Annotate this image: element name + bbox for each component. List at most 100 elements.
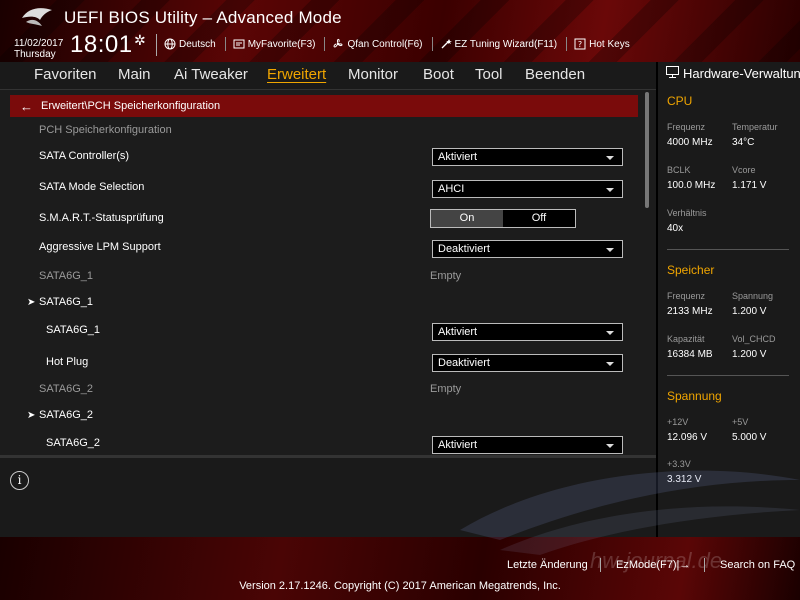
tab-monitor[interactable]: Monitor — [348, 62, 398, 90]
expand-chevron-icon[interactable]: ➤ — [27, 410, 35, 421]
svg-text:?: ? — [578, 40, 582, 49]
qfan-button[interactable]: Qfan Control(F6) — [332, 37, 433, 51]
cpu-freq-label: Frequenz — [667, 122, 706, 132]
breadcrumb[interactable]: ← Erweitert\PCH Speicherkonfiguration — [10, 95, 638, 117]
hw-title: Hardware-Verwaltung — [666, 66, 800, 81]
divider — [704, 558, 705, 572]
ratio-value: 40x — [667, 223, 684, 234]
main-menu-bar: Favoriten Main Ai Tweaker Erweitert Moni… — [0, 62, 656, 90]
hotkeys-button[interactable]: ? Hot Keys — [574, 37, 639, 51]
smart-on-option[interactable]: On — [431, 210, 503, 227]
lpm-label: Aggressive LPM Support — [39, 241, 161, 253]
sata-mode-label: SATA Mode Selection — [39, 181, 145, 193]
mem-freq-label: Frequenz — [667, 291, 706, 301]
lpm-select[interactable]: Deaktiviert — [432, 240, 623, 258]
myfavorite-label: MyFavorite(F3) — [247, 38, 316, 50]
version-text: Version 2.17.1246. Copyright (C) 2017 Am… — [239, 580, 561, 592]
tab-favoriten[interactable]: Favoriten — [34, 62, 97, 90]
mem-freq-value: 2133 MHz — [667, 306, 713, 317]
v12-value: 12.096 V — [667, 432, 708, 443]
v33-value: 3.312 V — [667, 474, 702, 485]
mem-volt-value: 1.200 V — [732, 306, 767, 317]
tab-ai-tweaker[interactable]: Ai Tweaker — [174, 62, 248, 90]
hotkeys-label: Hot Keys — [589, 38, 630, 50]
sata1-status-value: Empty — [430, 270, 462, 282]
day-text: Thursday — [14, 49, 56, 60]
rog-logo-icon — [22, 8, 52, 26]
section-title: PCH Speicherkonfiguration — [39, 124, 172, 136]
sata1-group-label[interactable]: SATA6G_1 — [39, 296, 93, 308]
ezmode-button[interactable]: EzMode(F7)|→ — [616, 559, 690, 571]
sata-controller-select[interactable]: Aktiviert — [432, 148, 623, 166]
hotkeys-icon: ? — [574, 38, 586, 50]
myfavorite-button[interactable]: MyFavorite(F3) — [233, 37, 326, 51]
bclk-value: 100.0 MHz — [667, 180, 716, 191]
favorite-icon — [233, 39, 245, 49]
scrollbar[interactable] — [645, 92, 649, 208]
vcore-label: Vcore — [732, 165, 756, 175]
sata1-status-label: SATA6G_1 — [39, 270, 94, 282]
ez-tuning-button[interactable]: EZ Tuning Wizard(F11) — [440, 37, 568, 51]
divider — [667, 375, 789, 376]
v5-value: 5.000 V — [732, 432, 767, 443]
v12-label: +12V — [667, 417, 689, 427]
v33-label: +3.3V — [667, 459, 691, 469]
toolbar: Deutsch MyFavorite(F3) Qfan Control(F6) … — [164, 37, 646, 51]
smart-toggle[interactable]: On Off — [430, 209, 576, 228]
sata1-hotplug-select[interactable]: Deaktiviert — [432, 354, 623, 372]
hw-title-text: Hardware-Verwaltung — [683, 66, 800, 81]
cpu-temp-value: 34°C — [732, 137, 755, 148]
clock: 18:01 — [70, 31, 133, 58]
language-label: Deutsch — [179, 38, 216, 50]
breadcrumb-path: Erweitert\PCH Speicherkonfiguration — [41, 100, 221, 112]
tab-boot[interactable]: Boot — [423, 62, 454, 90]
mem-cap-label: Kapazität — [667, 334, 705, 344]
expand-chevron-icon[interactable]: ➤ — [27, 297, 35, 308]
smart-label: S.M.A.R.T.-Statusprüfung — [39, 212, 164, 224]
language-button[interactable]: Deutsch — [164, 37, 226, 51]
voltage-section-title: Spannung — [667, 389, 722, 403]
mem-volt-label: Spannung — [732, 291, 774, 301]
sata2-status-label: SATA6G_2 — [39, 383, 94, 395]
tab-erweitert[interactable]: Erweitert — [267, 62, 326, 90]
divider — [600, 558, 601, 572]
mem-vol-chcd-value: 1.200 V — [732, 349, 767, 360]
smart-off-option[interactable]: Off — [503, 210, 575, 227]
ez-tuning-label: EZ Tuning Wizard(F11) — [454, 38, 558, 50]
info-icon: i — [10, 471, 29, 490]
sata2-enable-select[interactable]: Aktiviert — [432, 436, 623, 454]
sata-mode-select[interactable]: AHCI — [432, 180, 623, 198]
sata-controller-label: SATA Controller(s) — [39, 150, 130, 162]
divider — [156, 34, 157, 56]
help-panel: i — [0, 455, 656, 537]
cpu-section-title: CPU — [667, 94, 693, 108]
sata2-enable-label: SATA6G_2 — [46, 437, 101, 449]
v5-label: +5V — [732, 417, 749, 427]
sata2-group-label[interactable]: SATA6G_2 — [39, 409, 93, 421]
sata1-hotplug-label: Hot Plug — [46, 356, 89, 368]
tab-main[interactable]: Main — [118, 62, 151, 90]
back-arrow-icon[interactable]: ← — [20, 99, 33, 114]
tab-beenden[interactable]: Beenden — [525, 62, 585, 90]
search-faq-button[interactable]: Search on FAQ — [720, 559, 795, 571]
ratio-label: Verhältnis — [667, 208, 707, 218]
monitor-icon — [666, 66, 679, 78]
sata2-status-value: Empty — [430, 383, 462, 395]
bclk-label: BCLK — [667, 165, 691, 175]
last-change-button[interactable]: Letzte Änderung — [507, 559, 588, 571]
mem-cap-value: 16384 MB — [667, 349, 713, 360]
sata1-enable-select[interactable]: Aktiviert — [432, 323, 623, 341]
gear-icon[interactable]: ✲ — [134, 32, 146, 49]
cpu-temp-label: Temperatur — [732, 122, 778, 132]
qfan-label: Qfan Control(F6) — [347, 38, 423, 50]
hardware-monitor-panel: Hardware-Verwaltung CPU Frequenz Tempera… — [656, 62, 800, 537]
wizard-icon — [441, 39, 452, 49]
fan-icon — [334, 39, 343, 48]
cpu-freq-value: 4000 MHz — [667, 137, 713, 148]
globe-icon — [164, 38, 176, 50]
app-title: UEFI BIOS Utility – Advanced Mode — [64, 8, 342, 27]
date-display: 11/02/2017 Thursday — [14, 38, 63, 60]
tab-tool[interactable]: Tool — [475, 62, 503, 90]
memory-section-title: Speicher — [667, 263, 715, 277]
settings-panel: ← Erweitert\PCH Speicherkonfiguration PC… — [0, 90, 656, 455]
